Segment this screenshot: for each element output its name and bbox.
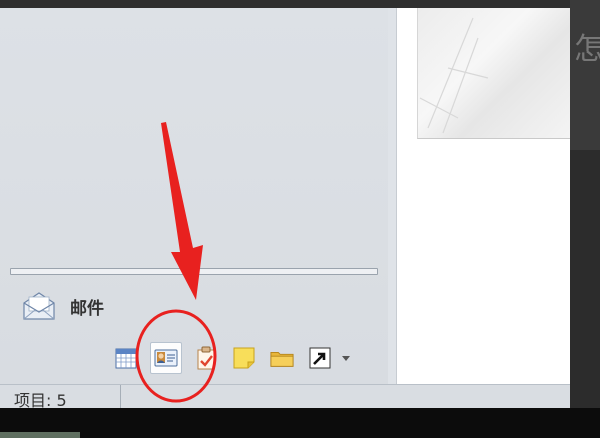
- notes-icon: [233, 347, 255, 369]
- contacts-button[interactable]: [150, 342, 182, 374]
- reading-pane: [396, 8, 570, 384]
- tasks-button[interactable]: [194, 346, 218, 370]
- background-window-text: 怎: [574, 32, 600, 67]
- outlook-window: 邮件: [0, 8, 570, 408]
- folder-list-button[interactable]: [270, 346, 294, 370]
- background-window-lower: [570, 150, 600, 408]
- taskbar-strip: [0, 408, 600, 438]
- contacts-icon: [154, 349, 178, 367]
- top-strip: [0, 0, 600, 8]
- calendar-icon: [115, 348, 137, 369]
- status-bar: 项目: 5: [0, 384, 570, 410]
- folder-icon: [270, 352, 294, 367]
- preview-watermark-image: [419, 17, 489, 134]
- nav-icon-bar: [114, 342, 350, 374]
- navigation-pane-splitter[interactable]: [10, 268, 378, 275]
- navigation-pane: 邮件: [0, 8, 388, 384]
- shortcuts-button[interactable]: [308, 346, 332, 370]
- preview-thumbnail: [417, 8, 570, 139]
- mail-label: 邮件: [70, 298, 104, 319]
- tasks-icon: [197, 346, 215, 370]
- notes-button[interactable]: [232, 346, 256, 370]
- nav-button-mail[interactable]: 邮件: [22, 288, 104, 324]
- taskbar-accent: [0, 432, 80, 438]
- mail-icon: [23, 292, 55, 320]
- shortcut-arrow-icon: [309, 347, 331, 369]
- configure-buttons-dropdown-icon[interactable]: [342, 355, 350, 361]
- status-separator: [120, 385, 121, 409]
- calendar-button[interactable]: [114, 346, 138, 370]
